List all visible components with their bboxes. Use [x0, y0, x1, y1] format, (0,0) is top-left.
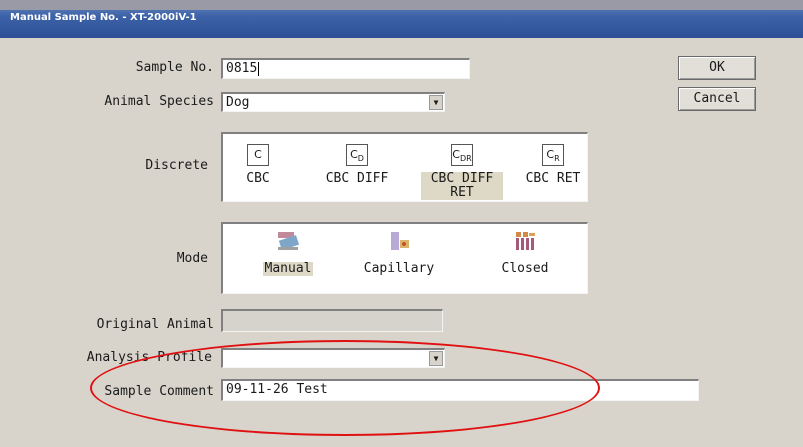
title-bar[interactable]: Manual Sample No. - XT-2000iV-1 — [0, 0, 803, 38]
discrete-option-cbc[interactable]: C CBC — [231, 144, 285, 186]
analysis-profile-label: Analysis Profile — [86, 350, 212, 365]
mode-option-label: Manual — [262, 261, 314, 276]
discrete-option-label: CBC RET — [525, 171, 581, 186]
window-title: Manual Sample No. - XT-2000iV-1 — [10, 12, 197, 23]
capillary-icon — [391, 232, 409, 250]
sample-no-value: 0815 — [226, 61, 258, 76]
title-bar-top-strip — [0, 0, 803, 10]
dropdown-arrow-icon[interactable]: ▼ — [429, 95, 443, 110]
discrete-option-cbc-diff-ret[interactable]: CDR CBC DIFF RET — [417, 144, 507, 200]
sample-no-label: Sample No. — [135, 60, 214, 75]
cbc-diff-ret-icon: CDR — [451, 144, 473, 166]
manual-sample-icon — [278, 232, 300, 251]
discrete-option-cbc-ret[interactable]: CR CBC RET — [518, 144, 588, 186]
animal-species-value: Dog — [226, 95, 250, 110]
mode-option-capillary[interactable]: Capillary — [349, 230, 449, 276]
mode-option-label: Closed — [501, 261, 549, 276]
animal-species-select[interactable]: Dog ▼ — [221, 92, 445, 112]
sample-no-input[interactable]: 0815 — [221, 58, 470, 79]
sample-comment-label: Sample Comment — [104, 384, 214, 399]
discrete-option-label: CBC — [246, 171, 270, 186]
mode-option-manual[interactable]: Manual — [253, 230, 323, 276]
discrete-option-label: CBC DIFF RET — [421, 172, 503, 200]
closed-tube-rack-icon — [516, 232, 535, 250]
dropdown-arrow-icon[interactable]: ▼ — [429, 351, 443, 366]
sample-comment-input[interactable]: 09-11-26 Test — [221, 379, 699, 401]
text-caret — [258, 61, 260, 76]
discrete-label: Discrete — [145, 158, 208, 173]
mode-option-label: Capillary — [363, 261, 435, 276]
discrete-option-label: CBC DIFF — [325, 171, 389, 186]
ok-button[interactable]: OK — [678, 56, 756, 80]
animal-species-label: Animal Species — [104, 94, 214, 109]
cbc-ret-icon: CR — [542, 144, 564, 166]
cbc-diff-icon: CD — [346, 144, 368, 166]
mode-group: Manual Capillary Closed — [221, 222, 588, 294]
cancel-button[interactable]: Cancel — [678, 87, 756, 111]
original-animal-input — [221, 309, 443, 332]
mode-label: Mode — [176, 251, 208, 266]
discrete-option-cbc-diff[interactable]: CD CBC DIFF — [317, 144, 397, 186]
analysis-profile-select[interactable]: ▼ — [221, 348, 445, 368]
original-animal-label: Original Animal — [96, 317, 214, 332]
cbc-icon: C — [247, 144, 269, 166]
mode-option-closed[interactable]: Closed — [485, 230, 565, 276]
discrete-group: C CBC CD CBC DIFF CDR CBC DIFF RET CR CB… — [221, 132, 588, 202]
